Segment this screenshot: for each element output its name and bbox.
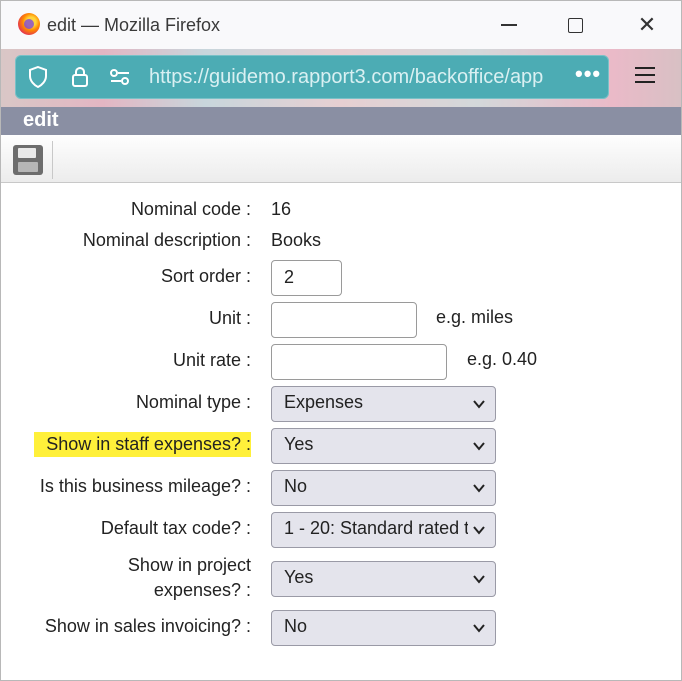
show-in-project-expenses-value: Yes	[284, 567, 314, 587]
permissions-icon[interactable]	[107, 65, 133, 89]
business-mileage-label: Is this business mileage? :	[39, 476, 251, 496]
nominal-code-label: Nominal code :	[130, 199, 251, 219]
page-title: edit	[23, 109, 59, 131]
nominal-description-value: Books	[271, 230, 322, 250]
default-tax-code-select[interactable]: 1 - 20: Standard rated t	[271, 512, 496, 548]
show-in-staff-expenses-select[interactable]: Yes	[271, 428, 496, 464]
show-in-sales-invoicing-label: Show in sales invoicing? :	[44, 616, 251, 636]
close-icon: ✕	[637, 12, 657, 37]
browser-window: edit — Mozilla Firefox ✕ https://guidemo…	[0, 0, 682, 681]
unit-rate-input[interactable]	[271, 344, 447, 380]
show-in-sales-invoicing-value: No	[284, 616, 308, 636]
nominal-description-label: Nominal description :	[82, 230, 251, 250]
unit-label: Unit :	[208, 308, 251, 328]
chevron-down-icon	[473, 526, 485, 535]
show-in-sales-invoicing-select[interactable]: No	[271, 610, 496, 646]
close-button[interactable]: ✕	[633, 11, 661, 39]
chevron-down-icon	[473, 575, 485, 584]
maximize-icon	[567, 17, 583, 33]
minimize-icon	[501, 24, 517, 26]
show-in-project-expenses-select[interactable]: Yes	[271, 561, 496, 597]
show-in-project-expenses-label-line1: Show in project	[127, 555, 251, 575]
title-bar: edit — Mozilla Firefox ✕	[1, 1, 681, 49]
sort-order-label: Sort order :	[160, 266, 251, 286]
nominal-type-select[interactable]: Expenses	[271, 386, 496, 422]
firefox-logo-icon	[18, 13, 40, 35]
chevron-down-icon	[473, 400, 485, 409]
hamburger-menu-icon[interactable]	[635, 67, 655, 85]
url-bar[interactable]: https://guidemo.rapport3.com/backoffice/…	[15, 55, 609, 99]
minimize-button[interactable]	[495, 11, 523, 39]
unit-rate-label: Unit rate :	[172, 350, 251, 370]
show-in-staff-expenses-value: Yes	[284, 434, 314, 454]
chevron-down-icon	[473, 624, 485, 633]
navigation-toolbar: https://guidemo.rapport3.com/backoffice/…	[1, 49, 681, 107]
unit-input[interactable]	[271, 302, 417, 338]
chevron-down-icon	[473, 442, 485, 451]
nominal-code-value: 16	[271, 199, 292, 219]
url-text[interactable]: https://guidemo.rapport3.com/backoffice/…	[149, 66, 567, 90]
maximize-button[interactable]	[561, 11, 589, 39]
business-mileage-value: No	[284, 476, 308, 496]
business-mileage-select[interactable]: No	[271, 470, 496, 506]
show-in-project-expenses-label-line2: expenses? :	[153, 580, 251, 600]
page-actions-icon[interactable]: •••	[575, 61, 601, 87]
default-tax-code-label: Default tax code? :	[100, 518, 251, 538]
shield-icon[interactable]	[25, 65, 51, 89]
nominal-type-label: Nominal type :	[135, 392, 251, 412]
app-header: edit	[1, 107, 681, 135]
chevron-down-icon	[473, 484, 485, 493]
show-in-staff-expenses-label: Show in staff expenses? :	[34, 432, 251, 457]
unit-rate-hint: e.g. 0.40	[467, 349, 538, 369]
save-button[interactable]	[7, 141, 53, 179]
lock-icon[interactable]	[67, 65, 93, 89]
unit-hint: e.g. miles	[436, 307, 514, 327]
window-title: edit — Mozilla Firefox	[47, 15, 221, 35]
nominal-type-value: Expenses	[284, 392, 364, 412]
app-toolbar	[1, 135, 681, 183]
default-tax-code-value: 1 - 20: Standard rated t	[284, 518, 468, 538]
sort-order-input[interactable]: 2	[271, 260, 342, 296]
save-disk-icon	[13, 145, 43, 175]
